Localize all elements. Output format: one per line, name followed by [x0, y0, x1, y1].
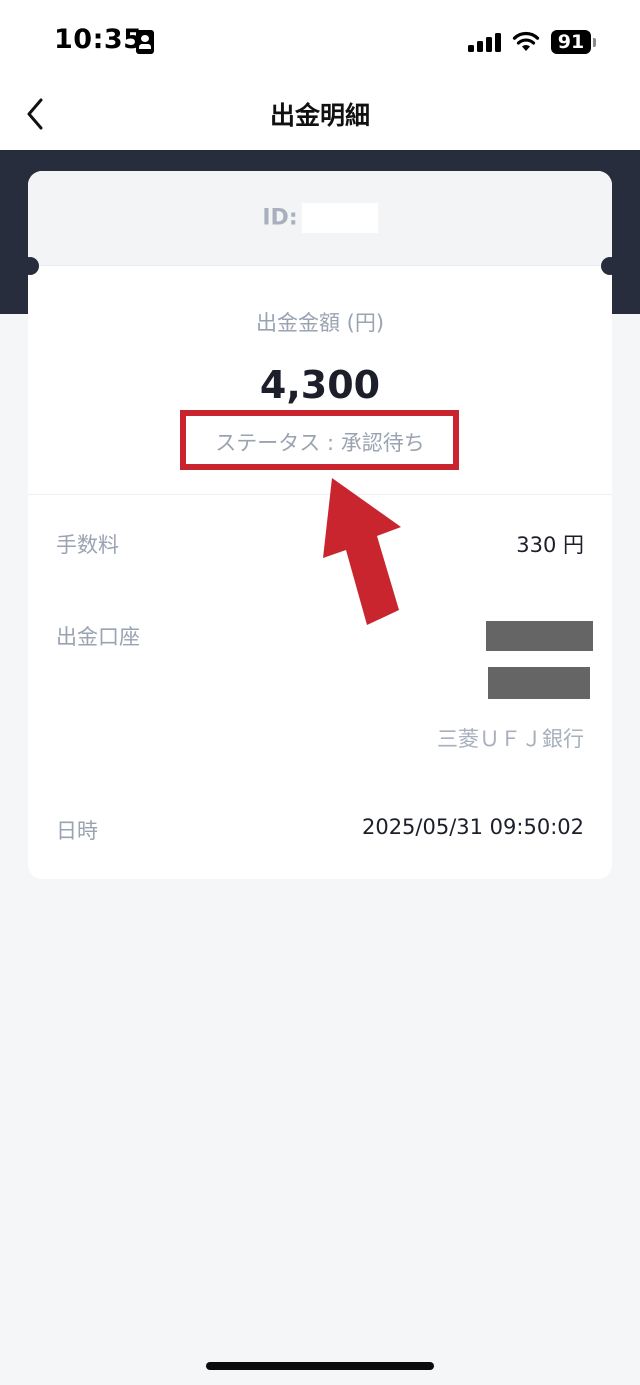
battery-icon: 91: [551, 30, 591, 54]
signal-icon: [468, 32, 502, 52]
account-redaction-1: [486, 621, 593, 651]
card-notch-left: [21, 257, 39, 275]
page-title: 出金明細: [269, 101, 370, 130]
date-label: 日時: [56, 819, 98, 843]
status-bar: 10:35 91: [0, 0, 640, 86]
fee-value: 330 円: [516, 533, 584, 557]
card-notch-right: [601, 257, 619, 275]
bank-name: 三菱ＵＦＪ銀行: [437, 727, 584, 751]
card-id-section: ID:: [28, 171, 612, 266]
nav-bar: 出金明細: [0, 86, 640, 150]
amount-label: 出金金額 (円): [255, 311, 385, 335]
id-card-icon: [136, 30, 154, 54]
red-arrow-annotation: [323, 478, 401, 625]
account-label: 出金口座: [56, 625, 140, 649]
id-redaction: [301, 203, 378, 233]
id-row: ID:: [28, 203, 612, 233]
status-highlight-box: [180, 410, 459, 470]
fee-label: 手数料: [56, 533, 119, 557]
date-value: 2025/05/31 09:50:02: [361, 815, 584, 839]
wifi-icon: [512, 31, 540, 51]
amount-value: 4,300: [259, 363, 381, 407]
battery-tip: [593, 38, 596, 47]
id-label: ID:: [262, 205, 298, 231]
account-redaction-2: [488, 667, 590, 699]
home-indicator: [206, 1362, 434, 1370]
status-time: 10:35: [54, 24, 143, 55]
